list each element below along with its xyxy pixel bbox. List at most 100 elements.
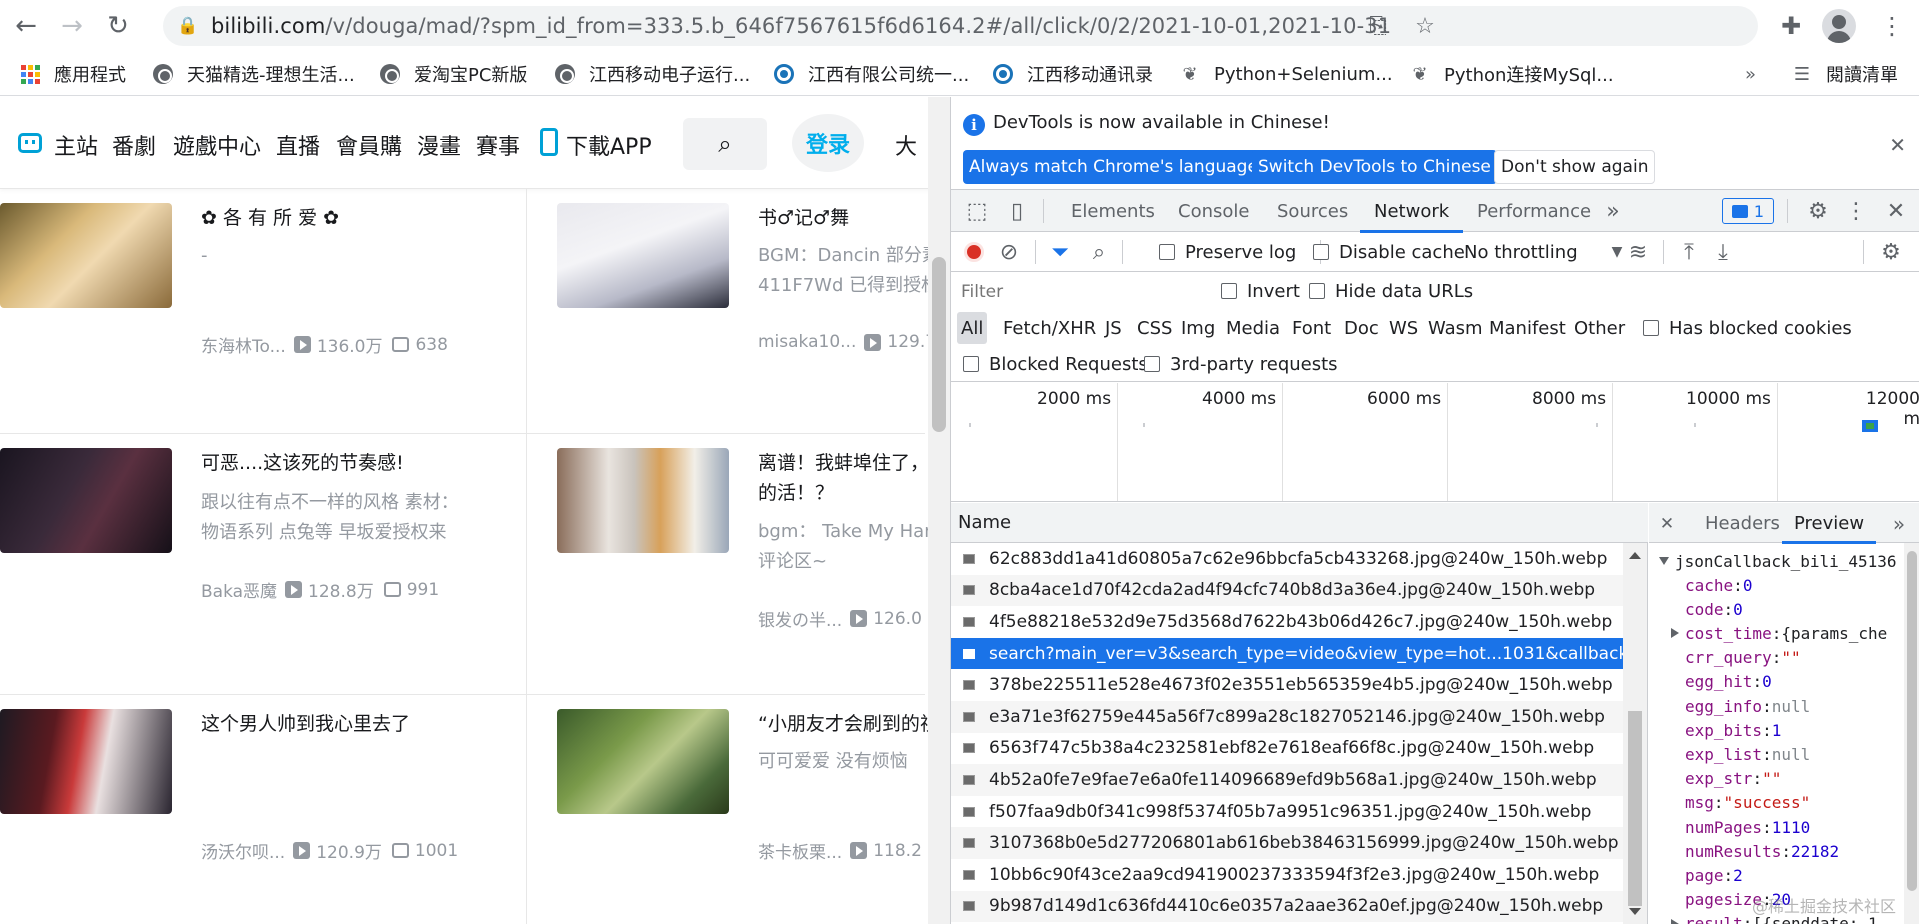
- request-row[interactable]: 62c883dd1a41d60805a7c62e96bbcfa5cb433268…: [951, 543, 1623, 575]
- request-row-selected[interactable]: search?main_ver=v3&search_type=video&vie…: [951, 637, 1623, 670]
- scroll-up-arrow-icon[interactable]: [1629, 552, 1641, 559]
- address-bar[interactable]: 🔒 bilibili.com/v/douga/mad/?spm_id_from=…: [163, 6, 1758, 46]
- bookmark-python-selenium[interactable]: ❦ Python+Selenium...: [1180, 52, 1392, 96]
- request-row[interactable]: 4f5e88218e532d9e75d3568d7622b43b06d426c7…: [951, 606, 1623, 638]
- video-title[interactable]: ✿ 各 有 所 爱 ✿: [201, 203, 461, 233]
- settings-gear-icon[interactable]: ⚙: [1802, 190, 1834, 232]
- scroll-down-arrow-icon[interactable]: [1629, 908, 1641, 915]
- request-row[interactable]: 6563f747c5b38a4c232581ebf82e7618eaf66f8c…: [951, 733, 1623, 765]
- video-author[interactable]: 茶卡板栗...: [758, 838, 842, 863]
- video-title[interactable]: 这个男人帅到我心里去了: [201, 709, 461, 739]
- menu-kebab-icon[interactable]: ⋮: [1872, 6, 1912, 46]
- back-button[interactable]: ←: [6, 6, 46, 46]
- translate-icon[interactable]: ⎘: [1365, 13, 1391, 39]
- video-title[interactable]: “小朋友才会刷到的视: [758, 709, 950, 739]
- third-party-requests-checkbox[interactable]: 3rd-party requests: [1144, 346, 1338, 382]
- video-thumbnail[interactable]: [557, 709, 729, 814]
- disable-cache-checkbox[interactable]: Disable cache: [1313, 232, 1465, 272]
- type-filter-font[interactable]: Font: [1288, 312, 1335, 344]
- devtools-close-icon[interactable]: ✕: [1881, 190, 1911, 232]
- bookmark-apps[interactable]: 應用程式: [20, 52, 126, 96]
- nav-game-center[interactable]: 遊戲中心: [173, 129, 261, 161]
- preview-scrollbar[interactable]: [1904, 543, 1919, 924]
- request-row[interactable]: 8cba4ace1d70f42cda2ad4f94cfc740b8d3a36e4…: [951, 574, 1623, 607]
- bookmark-aitaobao[interactable]: 爱淘宝PC新版: [380, 52, 527, 96]
- network-timeline-overview[interactable]: 2000 ms 4000 ms 6000 ms 8000 ms 10000 ms…: [951, 383, 1919, 502]
- tab-sources[interactable]: Sources: [1277, 190, 1348, 232]
- forward-button[interactable]: →: [52, 6, 92, 46]
- issues-badge[interactable]: 1: [1722, 198, 1774, 224]
- video-card[interactable]: 离谱！我蚌埠住了，这 整出来的活！？ bgm： Take My Hand 会放在…: [557, 434, 950, 695]
- video-thumbnail[interactable]: [557, 448, 729, 553]
- video-author[interactable]: 银发の半...: [758, 606, 842, 631]
- video-title[interactable]: 离谱！我蚌埠住了，这 整出来的活！？: [758, 448, 950, 508]
- filter-funnel-icon[interactable]: ⏷: [1046, 232, 1074, 272]
- type-filter-all[interactable]: All: [957, 312, 988, 344]
- tab-console[interactable]: Console: [1178, 190, 1249, 232]
- type-filter-css[interactable]: CSS: [1133, 312, 1176, 344]
- request-row[interactable]: 9b987d149d1c636fd4410c6e0357a2aae362a0ef…: [951, 890, 1623, 923]
- page-scrollbar[interactable]: [928, 97, 950, 924]
- video-title[interactable]: 书♂记♂舞: [758, 203, 950, 233]
- nav-anime[interactable]: 番劇: [112, 129, 156, 161]
- page-scroll-thumb[interactable]: [932, 257, 946, 432]
- type-filter-media[interactable]: Media: [1222, 312, 1284, 344]
- video-card[interactable]: 这个男人帅到我心里去了 汤沃尔呗... 120.9万 1001: [0, 695, 460, 924]
- hide-data-urls-checkbox[interactable]: Hide data URLs: [1309, 271, 1473, 311]
- tab-network[interactable]: Network: [1359, 190, 1464, 233]
- reading-list-button[interactable]: ☰ 閱讀清單: [1792, 52, 1898, 96]
- video-author[interactable]: Baka恶魔: [201, 577, 277, 602]
- import-har-upload-icon[interactable]: ⤒: [1675, 232, 1703, 272]
- filter-input[interactable]: [957, 278, 1201, 305]
- invert-checkbox[interactable]: Invert: [1221, 271, 1300, 311]
- type-filter-fetch-xhr[interactable]: Fetch/XHR: [999, 312, 1100, 344]
- video-author[interactable]: 汤沃尔呗...: [201, 838, 285, 863]
- expand-triangle-icon[interactable]: [1671, 918, 1679, 924]
- search-button[interactable]: ⌕: [683, 118, 767, 170]
- request-row[interactable]: 4b52a0fe7e9fae7e6a0fe114096689efd9b568a1…: [951, 764, 1623, 796]
- infobar-close-button[interactable]: ✕: [1889, 133, 1906, 157]
- switch-to-chinese-button[interactable]: Switch DevTools to Chinese: [1252, 150, 1497, 184]
- devtools-menu-kebab-icon[interactable]: ⋮: [1844, 190, 1868, 232]
- type-filter-wasm[interactable]: Wasm: [1424, 312, 1487, 344]
- device-toolbar-icon[interactable]: ▯: [1001, 190, 1033, 232]
- video-thumbnail[interactable]: [0, 203, 172, 308]
- nav-esports[interactable]: 賽事: [476, 129, 520, 161]
- nav-live[interactable]: 直播: [276, 129, 320, 161]
- preview-scroll-thumb[interactable]: [1907, 551, 1917, 891]
- type-filter-other[interactable]: Other: [1570, 312, 1629, 344]
- type-filter-img[interactable]: Img: [1177, 312, 1219, 344]
- video-card[interactable]: ✿ 各 有 所 爱 ✿ - 东海林To... 136.0万 638: [0, 189, 460, 450]
- nav-mall[interactable]: 會員購: [336, 129, 402, 161]
- nav-cut-item[interactable]: 大: [895, 129, 917, 161]
- request-row[interactable]: 378be225511e528e4673f02e3551eb565359e4b5…: [951, 669, 1623, 701]
- blocked-requests-checkbox[interactable]: Blocked Requests: [963, 346, 1148, 382]
- nav-manga[interactable]: 漫畫: [417, 129, 461, 161]
- has-blocked-cookies-checkbox[interactable]: Has blocked cookies: [1643, 310, 1852, 346]
- export-har-download-icon[interactable]: ⤓: [1709, 232, 1737, 272]
- tab-preview[interactable]: Preview: [1781, 503, 1877, 544]
- video-title[interactable]: 可恶....这该死的节奏感!: [201, 448, 461, 478]
- video-card[interactable]: 书♂记♂舞 BGM：Dancin 部分素 411F7Wd 已得到授权 misak…: [557, 189, 950, 450]
- clear-icon[interactable]: ⊘: [995, 232, 1023, 272]
- video-thumbnail[interactable]: [557, 203, 729, 308]
- preserve-log-checkbox[interactable]: Preserve log: [1159, 232, 1296, 272]
- bookmarks-overflow-button[interactable]: »: [1745, 52, 1756, 96]
- search-icon[interactable]: ⌕: [1085, 232, 1113, 272]
- bookmark-jx-contacts[interactable]: 江西移动通讯录: [993, 52, 1153, 96]
- reload-button[interactable]: ↻: [98, 6, 138, 46]
- expand-triangle-icon[interactable]: [1659, 557, 1669, 565]
- type-filter-manifest[interactable]: Manifest: [1485, 312, 1570, 344]
- tab-headers[interactable]: Headers: [1705, 503, 1780, 543]
- video-thumbnail[interactable]: [0, 709, 172, 814]
- video-thumbnail[interactable]: [0, 448, 172, 553]
- video-card[interactable]: 可恶....这该死的节奏感! 跟以往有点不一样的风格 素材：物语系列 点兔等 早…: [0, 434, 460, 695]
- video-author[interactable]: 东海林To...: [201, 332, 286, 357]
- star-icon[interactable]: ☆: [1412, 13, 1438, 39]
- profile-avatar[interactable]: [1822, 9, 1856, 43]
- inspect-element-icon[interactable]: ⬚: [961, 190, 993, 232]
- request-list-scrollbar[interactable]: [1623, 543, 1647, 924]
- dont-show-again-button[interactable]: Don't show again: [1494, 150, 1656, 184]
- request-row[interactable]: 10bb6c90f43ce2aa9cd941900237333594f3f2e3…: [951, 859, 1623, 891]
- expand-triangle-icon[interactable]: [1671, 628, 1679, 639]
